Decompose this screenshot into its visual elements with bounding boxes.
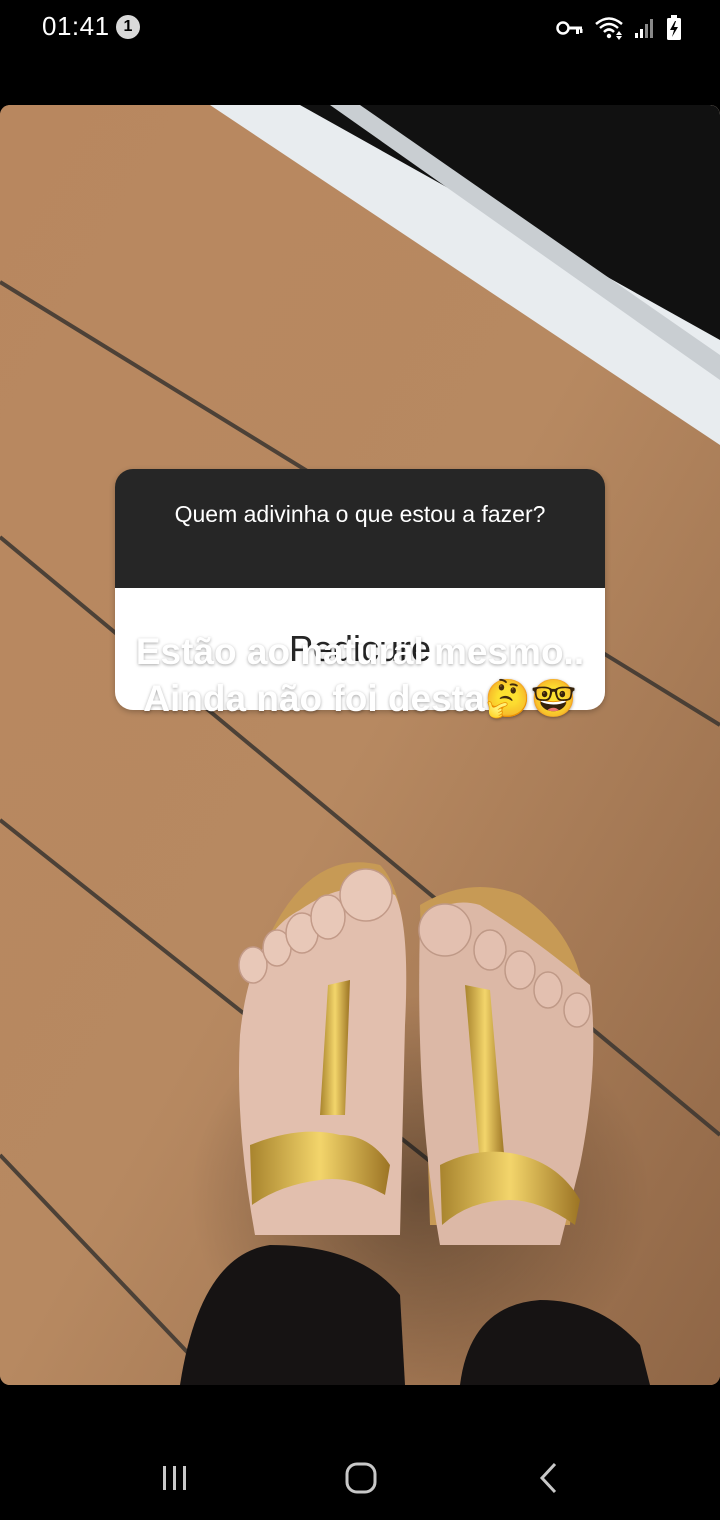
battery-charging-icon [666, 15, 682, 41]
wifi-icon [594, 16, 624, 40]
navigation-bar [0, 1430, 720, 1520]
story-caption: Estão ao natural mesmo.. Ainda não foi d… [0, 628, 720, 722]
back-icon[interactable] [519, 1448, 579, 1508]
status-icons [556, 14, 682, 42]
caption-line-2: Ainda não foi desta🤔🤓 [143, 678, 577, 719]
status-bar: 01:41 1 [0, 0, 720, 56]
recent-apps-icon[interactable] [145, 1448, 205, 1508]
caption-line-1: Estão ao natural mesmo.. [135, 631, 585, 672]
home-icon[interactable] [331, 1448, 391, 1508]
vpn-key-icon [556, 20, 584, 36]
status-time: 01:41 [42, 11, 110, 41]
story-frame[interactable]: Quem adivinha o que estou a fazer? Pedic… [0, 105, 720, 1385]
question-text: Quem adivinha o que estou a fazer? [115, 469, 605, 588]
signal-icon [634, 17, 656, 39]
notification-badge: 1 [116, 15, 140, 39]
screen: 01:41 1 Quem adivinha o que estou a faze… [0, 0, 720, 1520]
story-photo [0, 105, 720, 1385]
